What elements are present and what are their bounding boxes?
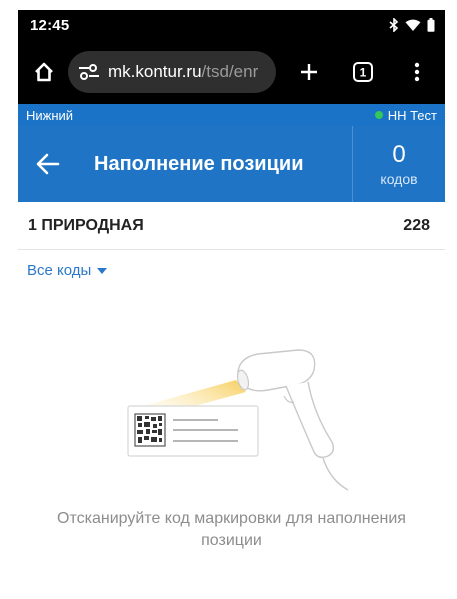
more-vert-icon [414, 62, 420, 82]
url-host: mk.kontur.ru [108, 62, 202, 81]
back-button[interactable] [18, 126, 78, 202]
product-name: 1 ПРИРОДНАЯ [28, 216, 144, 234]
tab-switcher-button[interactable]: 1 [347, 56, 379, 88]
page-header: Наполнение позиции 0 кодов [18, 126, 445, 202]
codes-count-label: кодов [380, 170, 418, 187]
status-bar: 12:45 [18, 10, 445, 40]
arrow-back-icon [36, 153, 60, 175]
battery-icon [427, 18, 435, 32]
codes-counter: 0 кодов [352, 126, 445, 202]
address-bar[interactable]: mk.kontur.ru/tsd/enr [68, 51, 276, 93]
product-quantity: 228 [403, 216, 430, 234]
tabs-icon: 1 [353, 62, 373, 82]
codes-filter-dropdown[interactable]: Все коды [27, 262, 108, 279]
product-row: 1 ПРИРОДНАЯ 228 [18, 202, 445, 250]
screen: 12:45 mk.kontur.ru /tsd/enr 1 Нижний НН … [18, 10, 445, 599]
site-settings-icon [79, 64, 99, 80]
url-path: /tsd/enr [201, 62, 259, 81]
home-button[interactable] [28, 56, 60, 88]
menu-button[interactable] [401, 56, 433, 88]
status-dot-icon [374, 111, 383, 119]
organization-name: НН Тест [387, 107, 437, 123]
filter-label: Все коды [27, 262, 92, 279]
status-time: 12:45 [30, 16, 70, 34]
home-icon [35, 62, 53, 82]
empty-state-hint: Отсканируйте код маркировки для наполнен… [57, 510, 406, 549]
location-bar: Нижний НН Тест [18, 104, 445, 126]
plus-icon [301, 64, 317, 80]
bluetooth-icon [389, 18, 399, 32]
browser-toolbar: mk.kontur.ru/tsd/enr 1 [18, 40, 445, 104]
new-tab-button[interactable] [293, 56, 325, 88]
status-icons [389, 18, 435, 32]
codes-count: 0 [392, 140, 406, 168]
location-name: Нижний [26, 107, 74, 123]
wifi-icon [405, 19, 421, 31]
tab-count: 1 [360, 66, 367, 80]
page-title: Наполнение позиции [94, 152, 304, 175]
scanner-illustration [127, 349, 349, 491]
dropdown-arrow-icon [97, 267, 108, 274]
connection-status: НН Тест [374, 107, 437, 123]
